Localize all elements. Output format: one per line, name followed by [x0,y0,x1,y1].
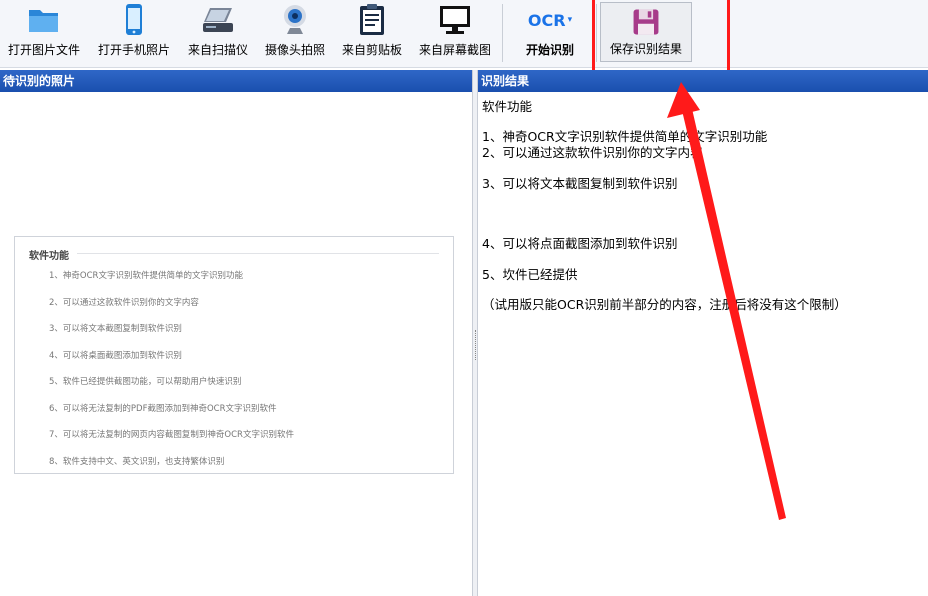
chevron-down-icon: ▾ [567,15,573,25]
preview-line: 5、软件已经提供截图功能，可以帮助用户快速识别 [49,377,242,387]
save-result-label: 保存识别结果 [609,42,682,56]
from-clipboard-label: 来自剪贴板 [341,43,402,57]
start-recognition-button[interactable]: OCR ▾ 开始识别 [510,0,590,64]
preview-line: 7、可以将无法复制的网页内容截图复制到神奇OCR文字识别软件 [49,430,294,440]
from-screenshot-label: 来自屏幕截图 [418,43,491,57]
ocr-icon: OCR ▾ [527,10,573,30]
preview-line: 4、可以将桌面截图添加到软件识别 [49,351,182,361]
preview-line: 2、可以通过这款软件识别你的文字内容 [49,298,199,308]
result-text-area[interactable]: 软件功能 1、神奇OCR文字识别软件提供简单的文字识别功能 2、可以通过这款软件… [478,92,928,596]
preview-divider [77,253,439,254]
right-panel-header: 识别结果 [478,70,928,92]
webcam-icon [284,5,306,34]
preview-line: 8、软件支持中文、英文识别，也支持繁体识别 [49,457,225,467]
phone-icon [126,4,142,35]
webcam-photo-label: 摄像头拍照 [264,43,325,57]
from-screenshot-button[interactable]: 来自屏幕截图 [412,0,498,64]
from-scanner-button[interactable]: 来自扫描仪 [182,0,254,64]
folder-icon [29,10,58,32]
result-line: 4、可以将点面截图添加到软件识别 [482,236,678,251]
toolbar-separator [596,4,597,62]
webcam-photo-button[interactable]: 摄像头拍照 [258,0,332,64]
open-phone-photo-button[interactable]: 打开手机照片 [92,0,176,64]
open-image-file-label: 打开图片文件 [7,43,80,57]
from-scanner-label: 来自扫描仪 [187,43,248,57]
result-line: 2、可以通过这款软件识别你的文字内容 [482,145,703,160]
scanner-icon [203,8,233,32]
splitter-grip-icon [475,330,476,360]
app-window: 打开图片文件 打开手机照片 来自扫描仪 摄像头拍照 来自剪贴板 来自屏幕截图 O… [0,0,928,596]
toolbar-separator [502,4,503,62]
result-line: 软件功能 [482,99,533,114]
result-line: （试用版只能OCR识别前半部分的内容，注册后将没有这个限制） [482,297,847,312]
save-result-button[interactable]: 保存识别结果 [600,2,692,62]
preview-title: 软件功能 [29,251,69,262]
open-phone-photo-label: 打开手机照片 [97,43,170,57]
preview-line: 1、神奇OCR文字识别软件提供简单的文字识别功能 [49,271,243,281]
clipboard-icon [360,4,384,35]
monitor-icon [440,6,470,34]
result-line: 5、坎件已经提供 [482,267,578,282]
floppy-disk-icon [633,9,659,35]
toolbar: 打开图片文件 打开手机照片 来自扫描仪 摄像头拍照 来自剪贴板 来自屏幕截图 O… [0,0,928,76]
preview-line: 3、可以将文本截图复制到软件识别 [49,324,182,334]
result-line: 3、可以将文本截图复制到软件识别 [482,176,678,191]
preview-line: 6、可以将无法复制的PDF截图添加到神奇OCR文字识别软件 [49,404,277,414]
preview-image: 软件功能 1、神奇OCR文字识别软件提供简单的文字识别功能 2、可以通过这款软件… [14,236,454,474]
from-clipboard-button[interactable]: 来自剪贴板 [336,0,408,64]
open-image-file-button[interactable]: 打开图片文件 [2,0,86,64]
start-recognition-label: 开始识别 [525,43,574,57]
left-panel-header: 待识别的照片 [0,70,472,92]
